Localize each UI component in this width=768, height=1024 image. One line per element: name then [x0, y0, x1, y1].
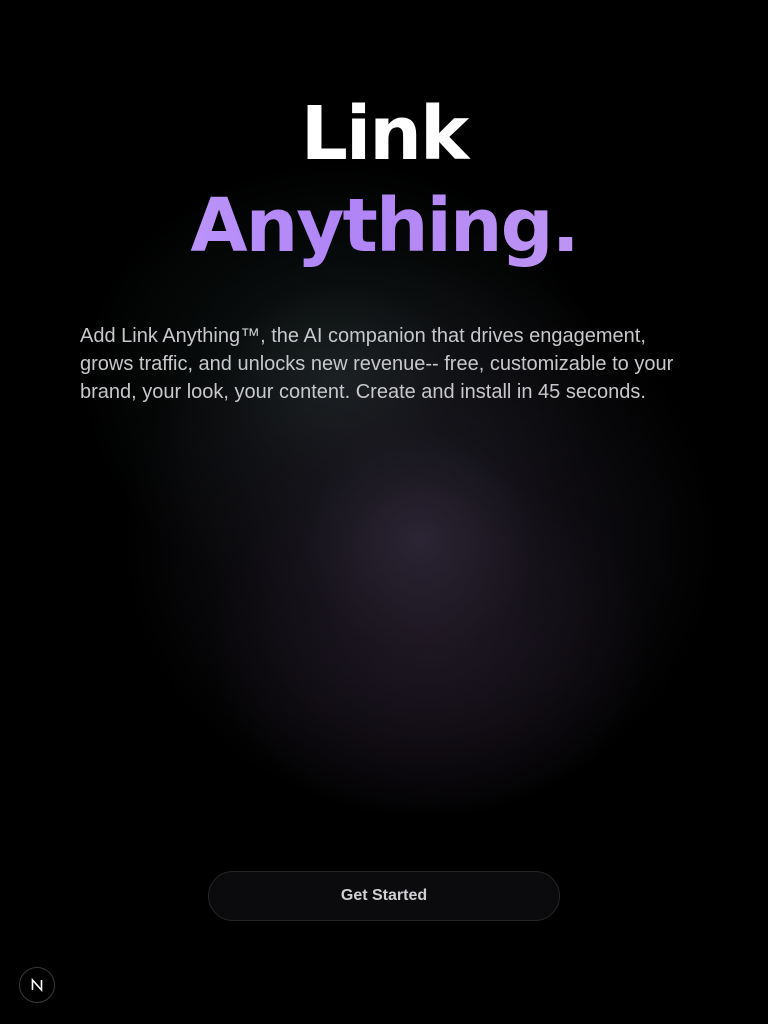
hero-title-line2: Anything.	[0, 180, 768, 272]
get-started-button[interactable]: Get Started	[208, 871, 560, 921]
next-n-logo-icon	[31, 978, 43, 992]
hero-heading: Link Anything.	[0, 88, 768, 272]
next-dev-badge[interactable]	[19, 967, 55, 1003]
hero-title-line1: Link	[300, 91, 469, 177]
hero-description: Add Link Anything™, the AI companion tha…	[80, 325, 674, 403]
